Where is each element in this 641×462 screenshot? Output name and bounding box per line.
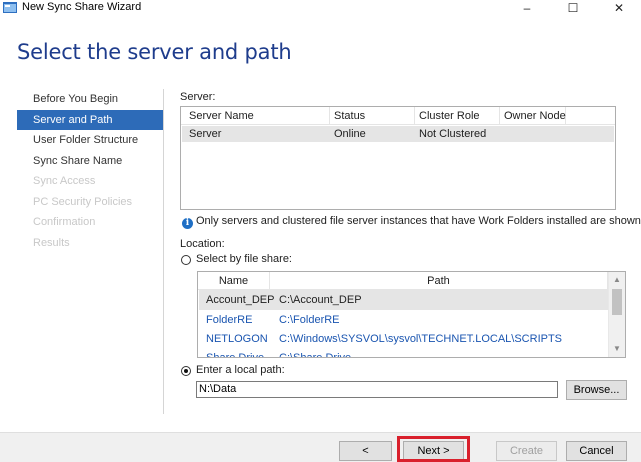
nav-item-confirmation: Confirmation <box>33 216 96 228</box>
column-header-owner-node[interactable]: Owner Node <box>500 107 566 125</box>
local-path-radio[interactable] <box>181 366 191 376</box>
local-path-option-label[interactable]: Enter a local path: <box>196 364 285 376</box>
share-list-scrollbar[interactable]: ▲ ▼ <box>608 272 625 357</box>
share-name-cell: FolderRE <box>206 314 253 326</box>
share-path-cell: C:\Account_DEP <box>279 294 362 306</box>
nav-item-user-folder-structure[interactable]: User Folder Structure <box>17 130 163 151</box>
column-header-name[interactable]: Name <box>198 272 270 290</box>
nav-item-results: Results <box>33 236 70 249</box>
server-row[interactable]: Server Online Not Clustered <box>182 126 614 142</box>
server-cluster-role-cell: Not Clustered <box>419 128 487 140</box>
share-name-cell: Account_DEP <box>206 294 275 306</box>
wizard-app-icon <box>3 2 17 13</box>
nav-divider <box>163 89 164 414</box>
nav-item-pc-security-policies: PC Security Policies <box>33 195 133 208</box>
nav-item-sync-share-name[interactable]: Sync Share Name <box>17 151 163 172</box>
nav-item-before-you-begin[interactable]: Before You Begin <box>17 89 163 110</box>
info-icon: i <box>182 218 193 229</box>
server-status-cell: Online <box>334 128 366 140</box>
info-text: Only servers and clustered file server i… <box>196 215 641 227</box>
maximize-button[interactable]: ☐ <box>558 0 588 16</box>
previous-button[interactable]: < Previous <box>339 441 392 461</box>
column-header-server-name[interactable]: Server Name <box>185 107 330 125</box>
file-share-radio[interactable] <box>181 255 191 265</box>
scrollbar-thumb[interactable] <box>612 289 622 315</box>
cancel-button[interactable]: Cancel <box>566 441 627 461</box>
server-name-cell: Server <box>189 128 222 140</box>
server-list[interactable]: Server Name Status Cluster Role Owner No… <box>180 106 616 210</box>
next-button-highlight <box>397 436 470 462</box>
file-share-option-label[interactable]: Select by file share: <box>196 253 292 265</box>
column-header-cluster-role[interactable]: Cluster Role <box>415 107 500 125</box>
share-path-cell: C:\FolderRE <box>279 314 340 326</box>
column-header-path[interactable]: Path <box>270 272 608 290</box>
file-share-list-header: Name Path <box>198 272 608 290</box>
scroll-down-arrow-icon[interactable]: ▼ <box>609 341 625 357</box>
window-title: New Sync Share Wizard <box>22 1 142 13</box>
share-path-cell: C:\Windows\SYSVOL\sysvol\TECHNET.LOCAL\S… <box>279 333 563 345</box>
column-header-status[interactable]: Status <box>330 107 415 125</box>
minimize-button[interactable]: – <box>512 0 542 16</box>
location-label: Location: <box>180 238 225 250</box>
server-label: Server: <box>180 91 216 103</box>
browse-button[interactable]: Browse... <box>566 380 627 400</box>
local-path-input[interactable]: N:\Data <box>196 381 558 398</box>
wizard-steps-nav: Before You Begin Server and Path User Fo… <box>17 89 163 253</box>
info-message: i Only servers and clustered file server … <box>182 215 641 229</box>
nav-item-sync-access: Sync Access <box>33 175 96 187</box>
server-owner-node-cell <box>500 126 504 142</box>
share-name-cell: Share Drive <box>206 352 265 358</box>
scroll-up-arrow-icon[interactable]: ▲ <box>609 272 625 288</box>
share-row[interactable]: Share Drive C:\Share Drive <box>199 348 608 358</box>
close-button[interactable]: ✕ <box>604 0 634 16</box>
page-title: Select the server and path <box>17 40 292 64</box>
file-share-list[interactable]: Name Path Account_DEP C:\Account_DEP Fol… <box>197 271 626 358</box>
nav-item-server-and-path[interactable]: Server and Path <box>17 109 163 130</box>
server-list-header: Server Name Status Cluster Role Owner No… <box>181 107 615 125</box>
share-row[interactable]: FolderRE C:\FolderRE <box>199 310 608 330</box>
share-name-cell: NETLOGON <box>206 333 268 345</box>
share-path-cell: C:\Share Drive <box>279 352 352 358</box>
share-row[interactable]: Account_DEP C:\Account_DEP <box>199 290 608 310</box>
share-row[interactable]: NETLOGON C:\Windows\SYSVOL\sysvol\TECHNE… <box>199 329 608 349</box>
create-button: Create <box>496 441 557 461</box>
title-bar: New Sync Share Wizard – ☐ ✕ <box>0 0 641 16</box>
